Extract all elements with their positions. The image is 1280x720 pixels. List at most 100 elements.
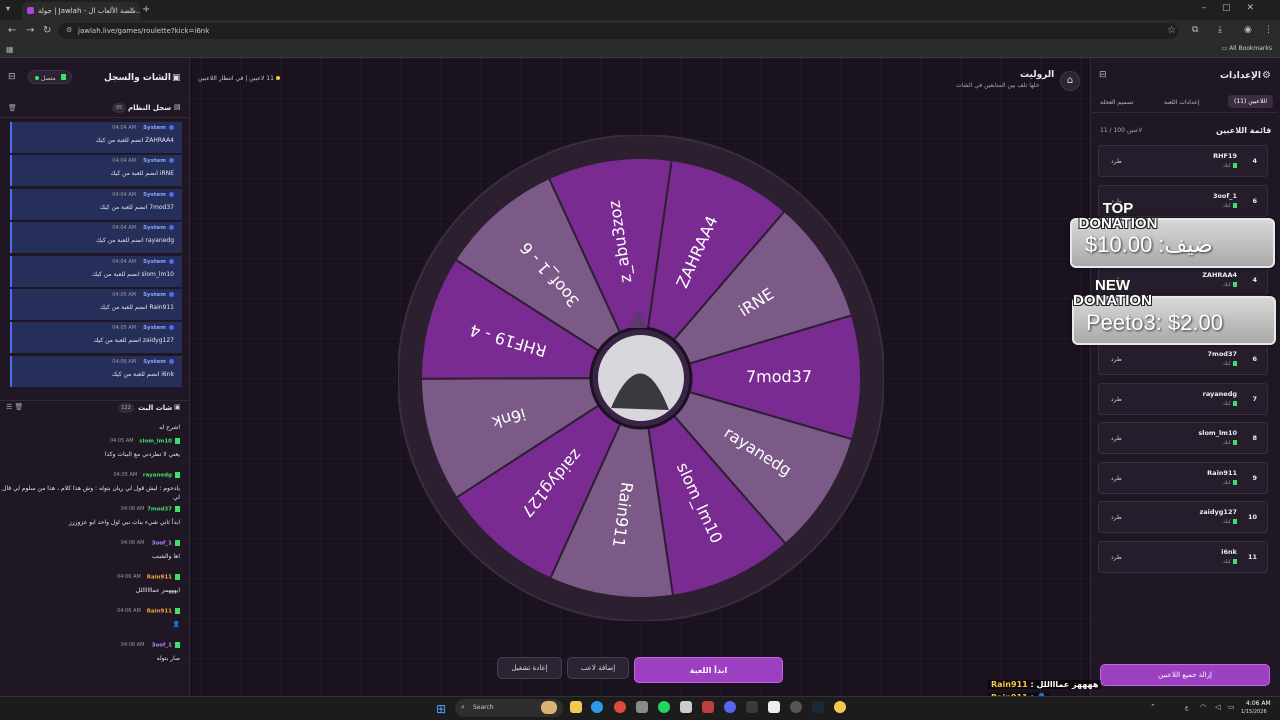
obs-icon[interactable] bbox=[790, 701, 802, 713]
kick-logo-icon bbox=[1233, 558, 1237, 564]
chat-tools[interactable]: ☰ 🗑 bbox=[6, 403, 23, 411]
wheel-graphic: ZAHRAA4iRNE7mod37rayanedgslom_lm10Rain91… bbox=[397, 134, 885, 622]
windows-start-icon[interactable]: ⊞ bbox=[436, 702, 446, 716]
tab-search-icon[interactable]: ▾ bbox=[6, 4, 16, 14]
kick-player-button[interactable]: طرد bbox=[1111, 356, 1122, 363]
discord-icon[interactable] bbox=[724, 701, 736, 713]
chat-text: يعني لا تطردني مع البنات وكذا bbox=[104, 451, 180, 458]
kick-player-button[interactable]: طرد bbox=[1111, 475, 1122, 482]
volume-icon[interactable]: ◁ bbox=[1215, 703, 1220, 711]
chat-time: 04:05 AM bbox=[109, 438, 134, 444]
player-platform: كيك bbox=[1223, 479, 1237, 486]
profile-icon[interactable]: ◉ bbox=[1244, 25, 1252, 35]
log-text: slom_lm10 انضم للعبة من كيك bbox=[92, 270, 174, 278]
close-tab-icon[interactable]: ✕ bbox=[129, 6, 135, 14]
kick-logo-icon bbox=[1233, 440, 1237, 446]
player-name: RHF19 bbox=[1213, 152, 1237, 160]
tab-wheel-design[interactable]: تصميم العجلة bbox=[1100, 99, 1134, 106]
system-log-item: System 04:04 AM rayanedg انضم للعبة من كيك bbox=[10, 222, 182, 254]
clock-date[interactable]: 1/15/2026 bbox=[1241, 709, 1267, 715]
app-icon[interactable] bbox=[768, 701, 780, 713]
chat-message: 7mod37 04:06 AM ابدأ ثاني شيء بنات نبي اول… bbox=[0, 502, 190, 536]
app-icon[interactable] bbox=[702, 701, 714, 713]
player-number: 8 bbox=[1252, 434, 1257, 443]
clock-time[interactable]: 4:06 AM bbox=[1246, 700, 1271, 707]
clear-log-trash-icon[interactable]: 🗑 bbox=[8, 104, 17, 112]
app-icon[interactable] bbox=[834, 701, 846, 713]
player-number: 6 bbox=[1252, 196, 1257, 205]
overlay-feed-line: ههههز عماااللل : Rain911 bbox=[988, 680, 1102, 689]
restart-button[interactable]: إعادة تشغيل bbox=[497, 657, 562, 679]
player-platform: كيك bbox=[1223, 558, 1237, 565]
taskbar-search[interactable]: ⌕ Search bbox=[455, 699, 563, 717]
browser-tab[interactable]: جولة | Jawlah - منصة الألعاب ال... ✕ bbox=[22, 2, 140, 20]
tab-game-settings[interactable]: إعدادات اللعبة bbox=[1164, 99, 1199, 106]
system-badge-icon bbox=[169, 291, 174, 297]
add-player-button[interactable]: إضافة لاعب bbox=[567, 657, 629, 679]
menu-icon[interactable]: ⋮ bbox=[1264, 25, 1273, 35]
log-sender: System bbox=[143, 158, 174, 164]
chat-sender[interactable]: 7mod37 bbox=[147, 506, 180, 513]
roulette-wheel[interactable]: ZAHRAA4 iRNE 7mod37 rayanedg slom_lm10 Rain91… bbox=[397, 134, 885, 622]
player-status: 11 لاعبين | في انتظار اللاعبين bbox=[198, 75, 280, 82]
chat-panel-title: الشات والسجل bbox=[104, 73, 171, 83]
start-game-button[interactable]: ابدأ اللعبة bbox=[634, 657, 783, 683]
player-name: Rain911 bbox=[1207, 468, 1237, 477]
input-language[interactable]: ع bbox=[1185, 704, 1189, 711]
chat-message: 3oof_1 04:06 AM صار بتوله bbox=[0, 638, 190, 672]
chat-time: 04:05 AM bbox=[113, 472, 138, 478]
kick-player-button[interactable]: طرد bbox=[1111, 554, 1122, 561]
system-log-item: System 04:06 AM i6nk انضم للعبة من كيك bbox=[10, 355, 182, 387]
tab-players[interactable]: اللاعبين (11) bbox=[1228, 95, 1274, 108]
new-donation-label: NEW DONATION bbox=[1073, 277, 1152, 309]
tray-chevron-icon[interactable]: ⌃ bbox=[1150, 703, 1156, 711]
window-controls[interactable]: –▢✕ bbox=[1201, 3, 1270, 13]
log-text: iRNE انضم للعبة من كيك bbox=[110, 170, 174, 178]
chat-message: Rain911 04:06 AM ايهههمز عماااااللل bbox=[0, 570, 190, 604]
battery-icon[interactable]: ▭ bbox=[1228, 703, 1235, 711]
address-bar[interactable]: ⚙ jawlah.live/games/roulette?kick=i6nk bbox=[58, 23, 1178, 39]
collapse-panel-icon[interactable]: ⊟ bbox=[8, 72, 16, 82]
spotify-icon[interactable] bbox=[658, 701, 670, 713]
remove-all-players-button[interactable]: إزالة جميع اللاعبين bbox=[1100, 664, 1270, 686]
home-icon[interactable]: ⌂ bbox=[1060, 71, 1080, 91]
chat-sender[interactable]: Rain911 bbox=[147, 574, 180, 581]
chat-sender[interactable]: 3oof_1 bbox=[152, 540, 180, 547]
collapse-panel-icon[interactable]: ⊟ bbox=[1099, 70, 1107, 80]
steam-icon[interactable] bbox=[812, 701, 824, 713]
site-info-icon[interactable]: ⚙ bbox=[66, 26, 72, 34]
terminal-icon[interactable] bbox=[746, 701, 758, 713]
chat-sender[interactable]: slom_lm10 bbox=[139, 438, 180, 445]
bot-chat-list[interactable]: اشرح له slom_lm10 04:05 AM يعني لا تطردني … bbox=[0, 420, 190, 690]
new-tab-icon[interactable]: + bbox=[142, 4, 150, 15]
reload-icon[interactable]: ↻ bbox=[43, 25, 51, 36]
file-explorer-icon[interactable] bbox=[570, 701, 582, 713]
apps-grid-icon[interactable]: ▦ bbox=[6, 45, 14, 54]
edge-icon[interactable] bbox=[591, 701, 603, 713]
extensions-icon[interactable]: ⧉ bbox=[1192, 25, 1198, 35]
player-platform: كيك bbox=[1223, 360, 1237, 367]
system-log-list[interactable]: System 04:04 AM ZAHRAA4 انضم للعبة من كيك S… bbox=[10, 122, 182, 388]
log-sender: System bbox=[143, 125, 174, 131]
chat-sender[interactable]: 3oof_1 bbox=[152, 642, 180, 649]
player-name: i6nk bbox=[1221, 547, 1237, 556]
system-badge-icon bbox=[169, 325, 174, 331]
app-icon[interactable] bbox=[680, 701, 692, 713]
chat-message: rayanedg 04:05 AM يادحوم : ليش قول لي ريان… bbox=[0, 468, 190, 502]
forward-icon[interactable]: → bbox=[26, 25, 34, 36]
kick-player-button[interactable]: طرد bbox=[1111, 396, 1122, 403]
all-bookmarks-link[interactable]: ▭ All Bookmarks bbox=[1222, 45, 1272, 52]
kick-player-button[interactable]: طرد bbox=[1111, 435, 1122, 442]
kick-player-button[interactable]: طرد bbox=[1111, 158, 1122, 165]
kick-player-button[interactable]: طرد bbox=[1111, 514, 1122, 521]
player-row: 11 i6nk كيك طرد bbox=[1098, 540, 1268, 573]
back-icon[interactable]: ← bbox=[8, 25, 16, 36]
chat-sender[interactable]: rayanedg bbox=[143, 472, 180, 479]
wifi-icon[interactable]: ◠ bbox=[1200, 703, 1206, 711]
bookmark-star-icon[interactable]: ☆ bbox=[1167, 25, 1176, 36]
app-icon[interactable] bbox=[636, 701, 648, 713]
system-badge-icon bbox=[169, 358, 174, 364]
chrome-icon[interactable] bbox=[614, 701, 626, 713]
chat-sender[interactable]: Rain911 bbox=[147, 608, 180, 615]
download-icon[interactable]: ⤓ bbox=[1218, 25, 1222, 35]
